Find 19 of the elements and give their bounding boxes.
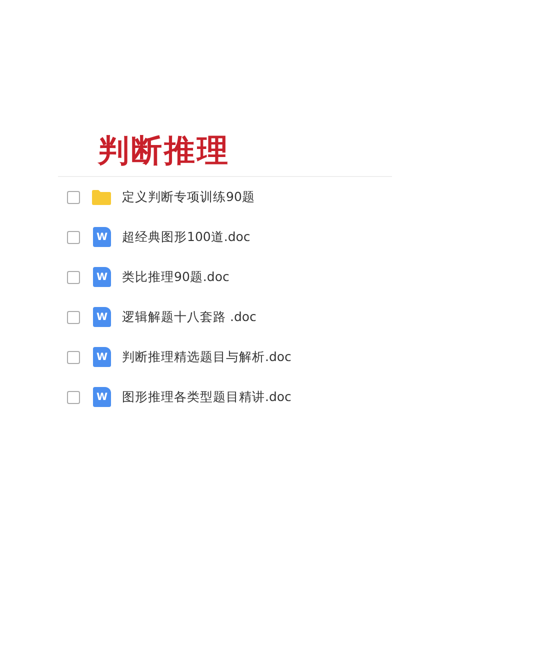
word-document-icon: W bbox=[93, 227, 111, 247]
folder-icon bbox=[92, 188, 111, 206]
file-name[interactable]: 判断推理精选题目与解析.doc bbox=[122, 348, 292, 366]
word-document-icon: W bbox=[93, 347, 111, 367]
file-name[interactable]: 图形推理各类型题目精讲.doc bbox=[122, 388, 292, 406]
checkbox[interactable] bbox=[67, 230, 80, 244]
checkbox[interactable] bbox=[67, 270, 80, 284]
word-document-icon: W bbox=[93, 387, 111, 407]
word-document-icon: W bbox=[93, 267, 111, 287]
checkbox[interactable] bbox=[67, 310, 80, 324]
file-name[interactable]: 类比推理90题.doc bbox=[122, 268, 230, 286]
file-name[interactable]: 超经典图形100道.doc bbox=[122, 228, 250, 246]
checkbox[interactable] bbox=[67, 190, 80, 204]
checkbox[interactable] bbox=[67, 390, 80, 404]
word-document-icon: W bbox=[93, 307, 111, 327]
page-title: 判断推理 bbox=[98, 132, 231, 171]
file-name[interactable]: 定义判断专项训练90题 bbox=[122, 188, 255, 206]
checkbox[interactable] bbox=[67, 350, 80, 364]
file-name[interactable]: 逻辑解题十八套路 .doc bbox=[122, 308, 256, 326]
